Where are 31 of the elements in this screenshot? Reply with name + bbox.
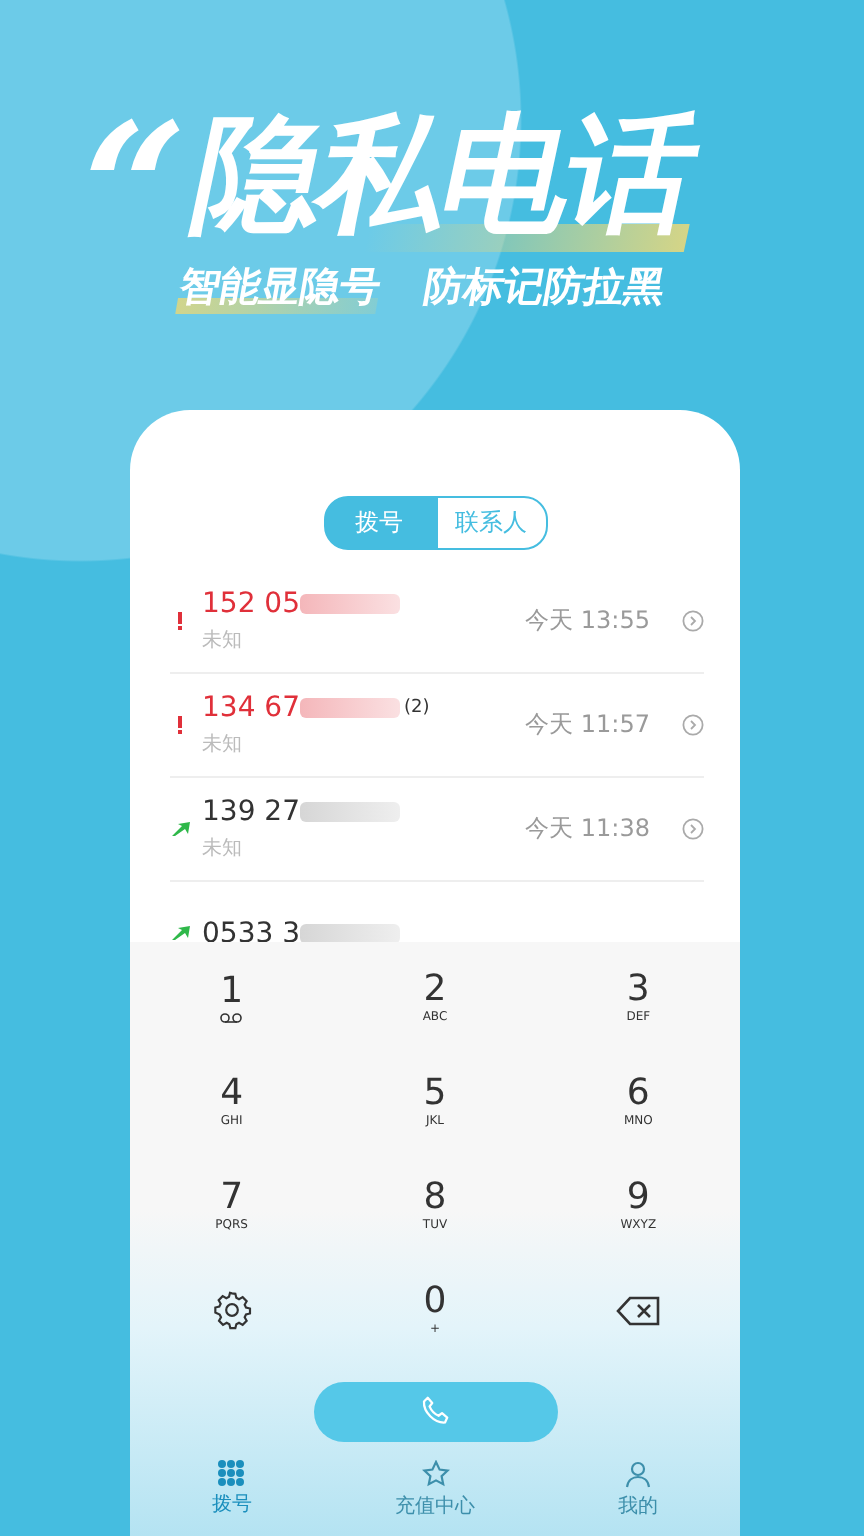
phone-icon — [417, 1394, 453, 1430]
phone-number: 139 27 — [202, 796, 300, 828]
details-icon[interactable] — [682, 714, 704, 736]
call-time: 今天 11:57 — [525, 708, 650, 742]
phone-number: 152 05 — [202, 588, 300, 620]
phone-number: 0533 3 — [202, 917, 300, 942]
settings-icon[interactable] — [211, 1290, 252, 1330]
call-time: 今天 11:38 — [525, 812, 650, 846]
redaction-blur — [300, 802, 400, 822]
details-icon[interactable] — [682, 818, 704, 840]
star-icon — [421, 1460, 449, 1488]
dialpad-icon — [218, 1460, 245, 1486]
caller-label: 未知 — [202, 835, 244, 862]
redaction-blur — [300, 923, 400, 942]
tagline: 防标记防拉黑 — [419, 260, 669, 314]
redaction-blur — [300, 698, 400, 718]
person-icon — [624, 1460, 653, 1488]
outgoing-call-icon — [171, 822, 189, 836]
dial-key[interactable]: 1 — [130, 946, 334, 1050]
backspace-icon[interactable] — [616, 1295, 661, 1325]
phone-number: 134 67 — [202, 692, 300, 724]
outgoing-call-icon — [171, 926, 189, 940]
call-count: (2) — [404, 698, 430, 718]
call-button[interactable] — [313, 1382, 557, 1442]
call-time: 今天 13:55 — [525, 604, 650, 638]
voicemail-icon — [220, 1012, 243, 1024]
tagline: 智能显隐号 — [175, 260, 385, 314]
caller-label: 未知 — [202, 627, 244, 654]
details-icon[interactable] — [682, 610, 704, 632]
caller-label: 未知 — [202, 731, 244, 758]
redaction-blur — [300, 594, 400, 614]
